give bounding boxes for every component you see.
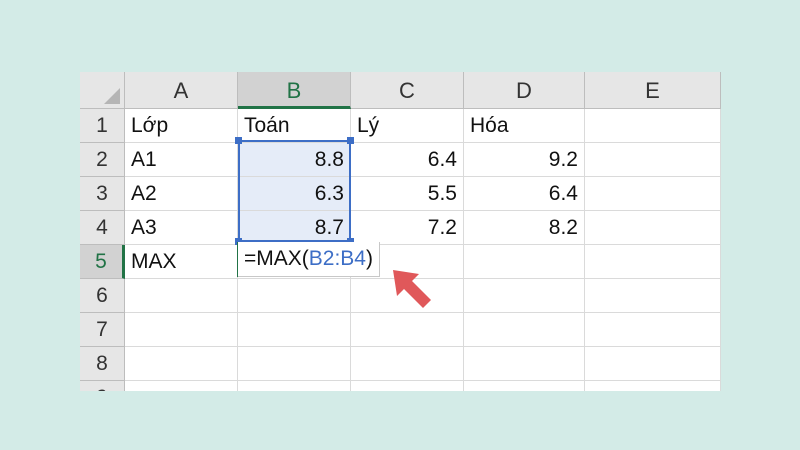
cell-e2[interactable]: [585, 143, 721, 177]
column-header-c[interactable]: C: [351, 72, 464, 109]
row-header-3[interactable]: 3: [80, 177, 125, 211]
row-header-8[interactable]: 8: [80, 347, 125, 381]
formula-function: =MAX(: [244, 247, 309, 270]
cell-e6[interactable]: [585, 279, 721, 313]
cell-d6[interactable]: [464, 279, 585, 313]
cell-d4[interactable]: 8.2: [464, 211, 585, 245]
cell-e9[interactable]: [585, 381, 721, 391]
cell-e7[interactable]: [585, 313, 721, 347]
cell-a5[interactable]: MAX: [125, 245, 238, 279]
cell-e8[interactable]: [585, 347, 721, 381]
column-header-a[interactable]: A: [125, 72, 238, 109]
cell-c1[interactable]: Lý: [351, 109, 464, 143]
cell-a4[interactable]: A3: [125, 211, 238, 245]
cell-c3[interactable]: 5.5: [351, 177, 464, 211]
row-header-2[interactable]: 2: [80, 143, 125, 177]
range-handle-top-left[interactable]: [235, 137, 242, 144]
cell-c4[interactable]: 7.2: [351, 211, 464, 245]
cell-c2[interactable]: 6.4: [351, 143, 464, 177]
cell-a2[interactable]: A1: [125, 143, 238, 177]
cell-a6[interactable]: [125, 279, 238, 313]
cell-a8[interactable]: [125, 347, 238, 381]
column-header-b[interactable]: B: [238, 72, 351, 109]
cell-d5[interactable]: [464, 245, 585, 279]
row-header-9[interactable]: 9: [80, 381, 125, 391]
column-header-d[interactable]: D: [464, 72, 585, 109]
cell-e4[interactable]: [585, 211, 721, 245]
row-header-4[interactable]: 4: [80, 211, 125, 245]
cell-b9[interactable]: [238, 381, 351, 391]
spreadsheet-grid: A B C D E 1 2 3 4 5 6 7 8 9 Lớp Toán Lý …: [80, 72, 721, 391]
arrow-pointer-icon: [393, 270, 431, 308]
cell-c9[interactable]: [351, 381, 464, 391]
cell-b7[interactable]: [238, 313, 351, 347]
cell-d8[interactable]: [464, 347, 585, 381]
cell-d3[interactable]: 6.4: [464, 177, 585, 211]
row-header-1[interactable]: 1: [80, 109, 125, 143]
cell-d2[interactable]: 9.2: [464, 143, 585, 177]
row-header-5[interactable]: 5: [80, 245, 125, 279]
cell-a1[interactable]: Lớp: [125, 109, 238, 143]
cell-a9[interactable]: [125, 381, 238, 391]
row-header-6[interactable]: 6: [80, 279, 125, 313]
cell-d7[interactable]: [464, 313, 585, 347]
cell-d1[interactable]: Hóa: [464, 109, 585, 143]
range-handle-top-right[interactable]: [347, 137, 354, 144]
cell-a3[interactable]: A2: [125, 177, 238, 211]
formula-range-reference: B2:B4: [308, 247, 366, 270]
cell-d9[interactable]: [464, 381, 585, 391]
cell-b1[interactable]: Toán: [238, 109, 351, 143]
cell-b3[interactable]: 6.3: [238, 177, 351, 211]
cell-e3[interactable]: [585, 177, 721, 211]
select-all-button[interactable]: [80, 72, 125, 109]
row-header-7[interactable]: 7: [80, 313, 125, 347]
cell-b2[interactable]: 8.8: [238, 143, 351, 177]
cell-b8[interactable]: [238, 347, 351, 381]
cell-e5[interactable]: [585, 245, 721, 279]
select-all-triangle-icon: [104, 88, 120, 104]
cell-b6[interactable]: [238, 279, 351, 313]
cell-b4[interactable]: 8.7: [238, 211, 351, 245]
formula-editor[interactable]: =MAX(B2:B4): [238, 242, 380, 277]
cell-c8[interactable]: [351, 347, 464, 381]
column-header-e[interactable]: E: [585, 72, 721, 109]
cell-e1[interactable]: [585, 109, 721, 143]
cell-a7[interactable]: [125, 313, 238, 347]
formula-closing-paren: ): [365, 247, 373, 270]
